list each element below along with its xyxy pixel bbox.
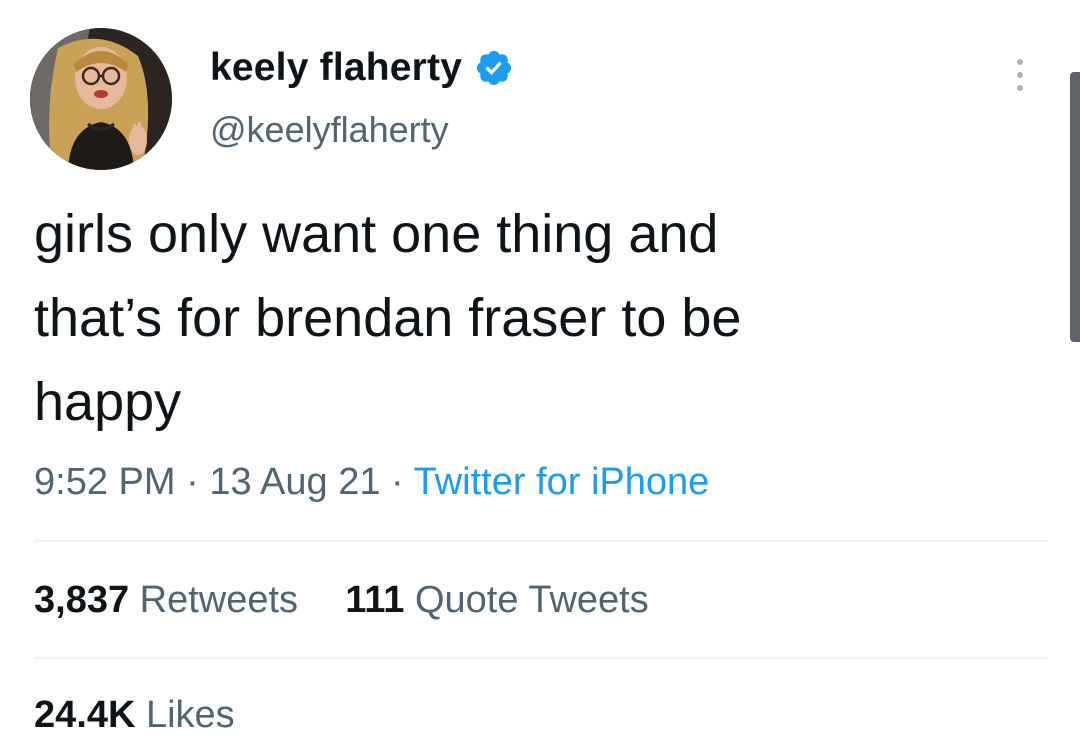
retweets-stat[interactable]: 3,837 Retweets xyxy=(34,579,298,621)
meta-separator: · xyxy=(186,461,199,503)
retweets-label: Retweets xyxy=(139,579,299,621)
author-display-name[interactable]: keely flaherty xyxy=(210,46,462,90)
likes-label: Likes xyxy=(145,694,235,736)
tweet-header: keely flaherty @keelyflaherty xyxy=(30,28,1050,170)
more-options-button[interactable] xyxy=(1008,54,1032,96)
tweet-text: girls only want one thing and that’s for… xyxy=(34,204,742,432)
author-identity: keely flaherty @keelyflaherty xyxy=(210,46,514,150)
tweet-stats: 3,837 Retweets 111 Quote Tweets xyxy=(34,576,649,624)
meta-separator: · xyxy=(391,461,404,503)
tweet-date[interactable]: 13 Aug 21 xyxy=(209,461,380,503)
divider xyxy=(34,657,1048,659)
name-row: keely flaherty xyxy=(210,46,514,90)
avatar-photo xyxy=(30,28,172,170)
more-vertical-icon xyxy=(1017,59,1023,91)
tweet-meta: 9:52 PM · 13 Aug 21 · Twitter for iPhone xyxy=(34,458,709,506)
quote-tweets-stat[interactable]: 111 Quote Tweets xyxy=(345,579,649,621)
likes-stat[interactable]: 24.4K Likes xyxy=(34,691,235,739)
verified-badge-icon xyxy=(474,48,514,88)
likes-count: 24.4K xyxy=(34,694,136,736)
avatar[interactable] xyxy=(30,28,172,170)
quote-tweets-label: Quote Tweets xyxy=(414,579,649,621)
tweet-source-link[interactable]: Twitter for iPhone xyxy=(414,461,710,503)
retweets-count: 3,837 xyxy=(34,579,130,621)
tweet-time[interactable]: 9:52 PM xyxy=(34,461,176,503)
scrollbar[interactable] xyxy=(1070,72,1080,342)
tweet-detail-page: keely flaherty @keelyflaherty girls only… xyxy=(0,0,1080,753)
divider xyxy=(34,540,1048,542)
quote-tweets-count: 111 xyxy=(345,579,405,621)
author-handle[interactable]: @keelyflaherty xyxy=(210,110,514,150)
